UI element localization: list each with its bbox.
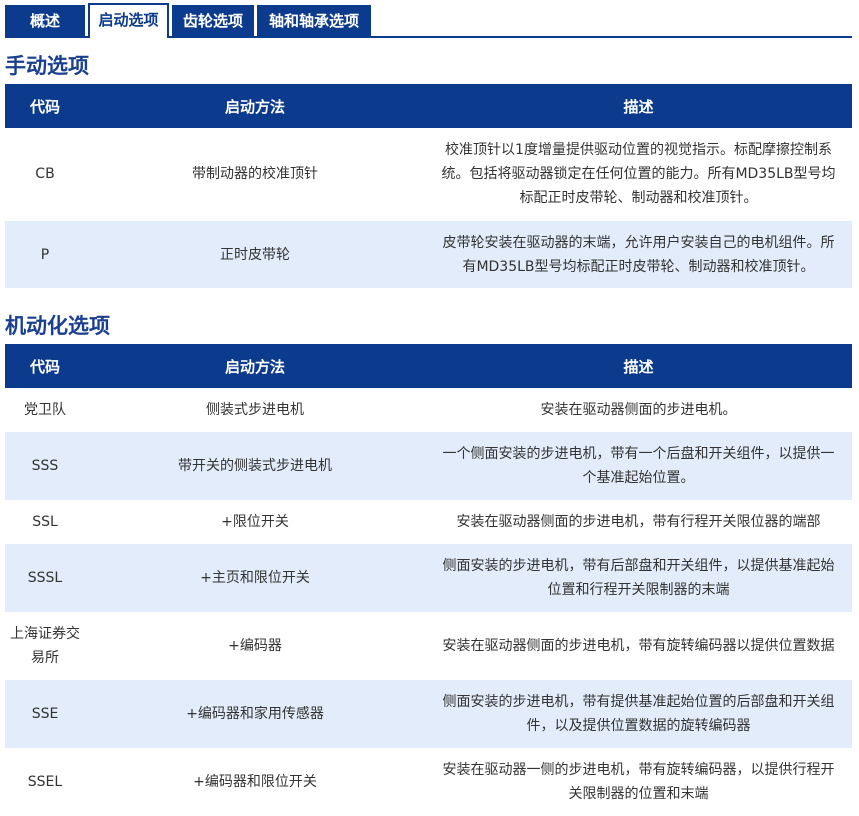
table-row: SSS 带开关的侧装式步进电机 一个侧面安装的步进电机，带有一个后盘和开关组件，… xyxy=(5,432,852,500)
option-code: 上海证券交易所 xyxy=(10,626,80,666)
tab-startup-options[interactable]: 启动选项 xyxy=(88,3,169,38)
option-method: +编码器和家用传感器 xyxy=(85,680,425,748)
manual-options-title: 手动选项 xyxy=(5,54,89,78)
option-method: 侧装式步进电机 xyxy=(206,402,304,418)
option-code: P xyxy=(5,220,85,288)
option-method: +限位开关 xyxy=(221,514,289,530)
table-row: 党卫队 侧装式步进电机 安装在驱动器侧面的步进电机。 xyxy=(5,388,852,432)
option-description: 校准顶针以1度增量提供驱动位置的视觉指示。标配摩擦控制系统。包括将驱动器锁定在任… xyxy=(425,128,852,221)
option-description: 侧面安装的步进电机，带有提供基准起始位置的后部盘和开关组件，以及提供位置数据的旋… xyxy=(425,680,852,748)
option-description: 一个侧面安装的步进电机，带有一个后盘和开关组件，以提供一个基准起始位置。 xyxy=(425,432,852,500)
table-header-row: 代码 启动方法 描述 xyxy=(5,84,852,128)
option-code: SSS xyxy=(5,432,85,500)
table-row: SSL +限位开关 安装在驱动器侧面的步进电机，带有行程开关限位器的端部 xyxy=(5,500,852,544)
tab-bar: 概述 启动选项 齿轮选项 轴和轴承选项 xyxy=(5,3,852,38)
option-description: 皮带轮安装在驱动器的末端，允许用户安装自己的电机组件。所有MD35LB型号均标配… xyxy=(425,220,852,288)
column-header-method: 启动方法 xyxy=(85,344,425,388)
motorized-options-table: 代码 启动方法 描述 党卫队 侧装式步进电机 安装在驱动器侧面的步进电机。 SS… xyxy=(5,344,852,816)
table-header-row: 代码 启动方法 描述 xyxy=(5,344,852,388)
option-code: SSL xyxy=(32,514,58,530)
option-method: 正时皮带轮 xyxy=(85,220,425,288)
option-code: SSEL xyxy=(27,774,63,790)
option-code: SSSL xyxy=(5,544,85,612)
option-description: 安装在驱动器一侧的步进电机，带有旋转编码器，以提供行程开关限制器的位置和末端 xyxy=(442,762,835,802)
table-row: SSSL +主页和限位开关 侧面安装的步进电机，带有后部盘和开关组件，以提供基准… xyxy=(5,544,852,612)
column-header-code: 代码 xyxy=(5,84,85,128)
column-header-description: 描述 xyxy=(425,84,852,128)
option-method: +编码器和限位开关 xyxy=(193,774,317,790)
tab-shaft-bearing-options[interactable]: 轴和轴承选项 xyxy=(257,5,371,38)
option-description: 侧面安装的步进电机，带有后部盘和开关组件，以提供基准起始位置和行程开关限制器的末… xyxy=(425,544,852,612)
option-method: +编码器 xyxy=(228,638,282,654)
option-description: 安装在驱动器侧面的步进电机，带有旋转编码器以提供位置数据 xyxy=(442,638,835,654)
table-row: SSEL +编码器和限位开关 安装在驱动器一侧的步进电机，带有旋转编码器，以提供… xyxy=(5,748,852,816)
option-method: 带制动器的校准顶针 xyxy=(85,128,425,221)
table-row: 上海证券交易所 +编码器 安装在驱动器侧面的步进电机，带有旋转编码器以提供位置数… xyxy=(5,612,852,680)
motorized-options-title: 机动化选项 xyxy=(5,314,110,338)
table-row: SSE +编码器和家用传感器 侧面安装的步进电机，带有提供基准起始位置的后部盘和… xyxy=(5,680,852,748)
option-code: CB xyxy=(5,128,85,221)
column-header-method: 启动方法 xyxy=(85,84,425,128)
table-row: P 正时皮带轮 皮带轮安装在驱动器的末端，允许用户安装自己的电机组件。所有MD3… xyxy=(5,220,852,288)
table-row: CB 带制动器的校准顶针 校准顶针以1度增量提供驱动位置的视觉指示。标配摩擦控制… xyxy=(5,128,852,221)
option-description: 安装在驱动器侧面的步进电机。 xyxy=(540,402,737,418)
option-code: 党卫队 xyxy=(24,402,66,418)
option-description: 安装在驱动器侧面的步进电机，带有行程开关限位器的端部 xyxy=(456,514,821,530)
tab-gear-options[interactable]: 齿轮选项 xyxy=(172,5,254,38)
option-code: SSE xyxy=(5,680,85,748)
option-method: 带开关的侧装式步进电机 xyxy=(85,432,425,500)
tab-overview[interactable]: 概述 xyxy=(5,5,85,38)
column-header-code: 代码 xyxy=(5,344,85,388)
column-header-description: 描述 xyxy=(425,344,852,388)
option-method: +主页和限位开关 xyxy=(85,544,425,612)
manual-options-table: 代码 启动方法 描述 CB 带制动器的校准顶针 校准顶针以1度增量提供驱动位置的… xyxy=(5,84,852,288)
